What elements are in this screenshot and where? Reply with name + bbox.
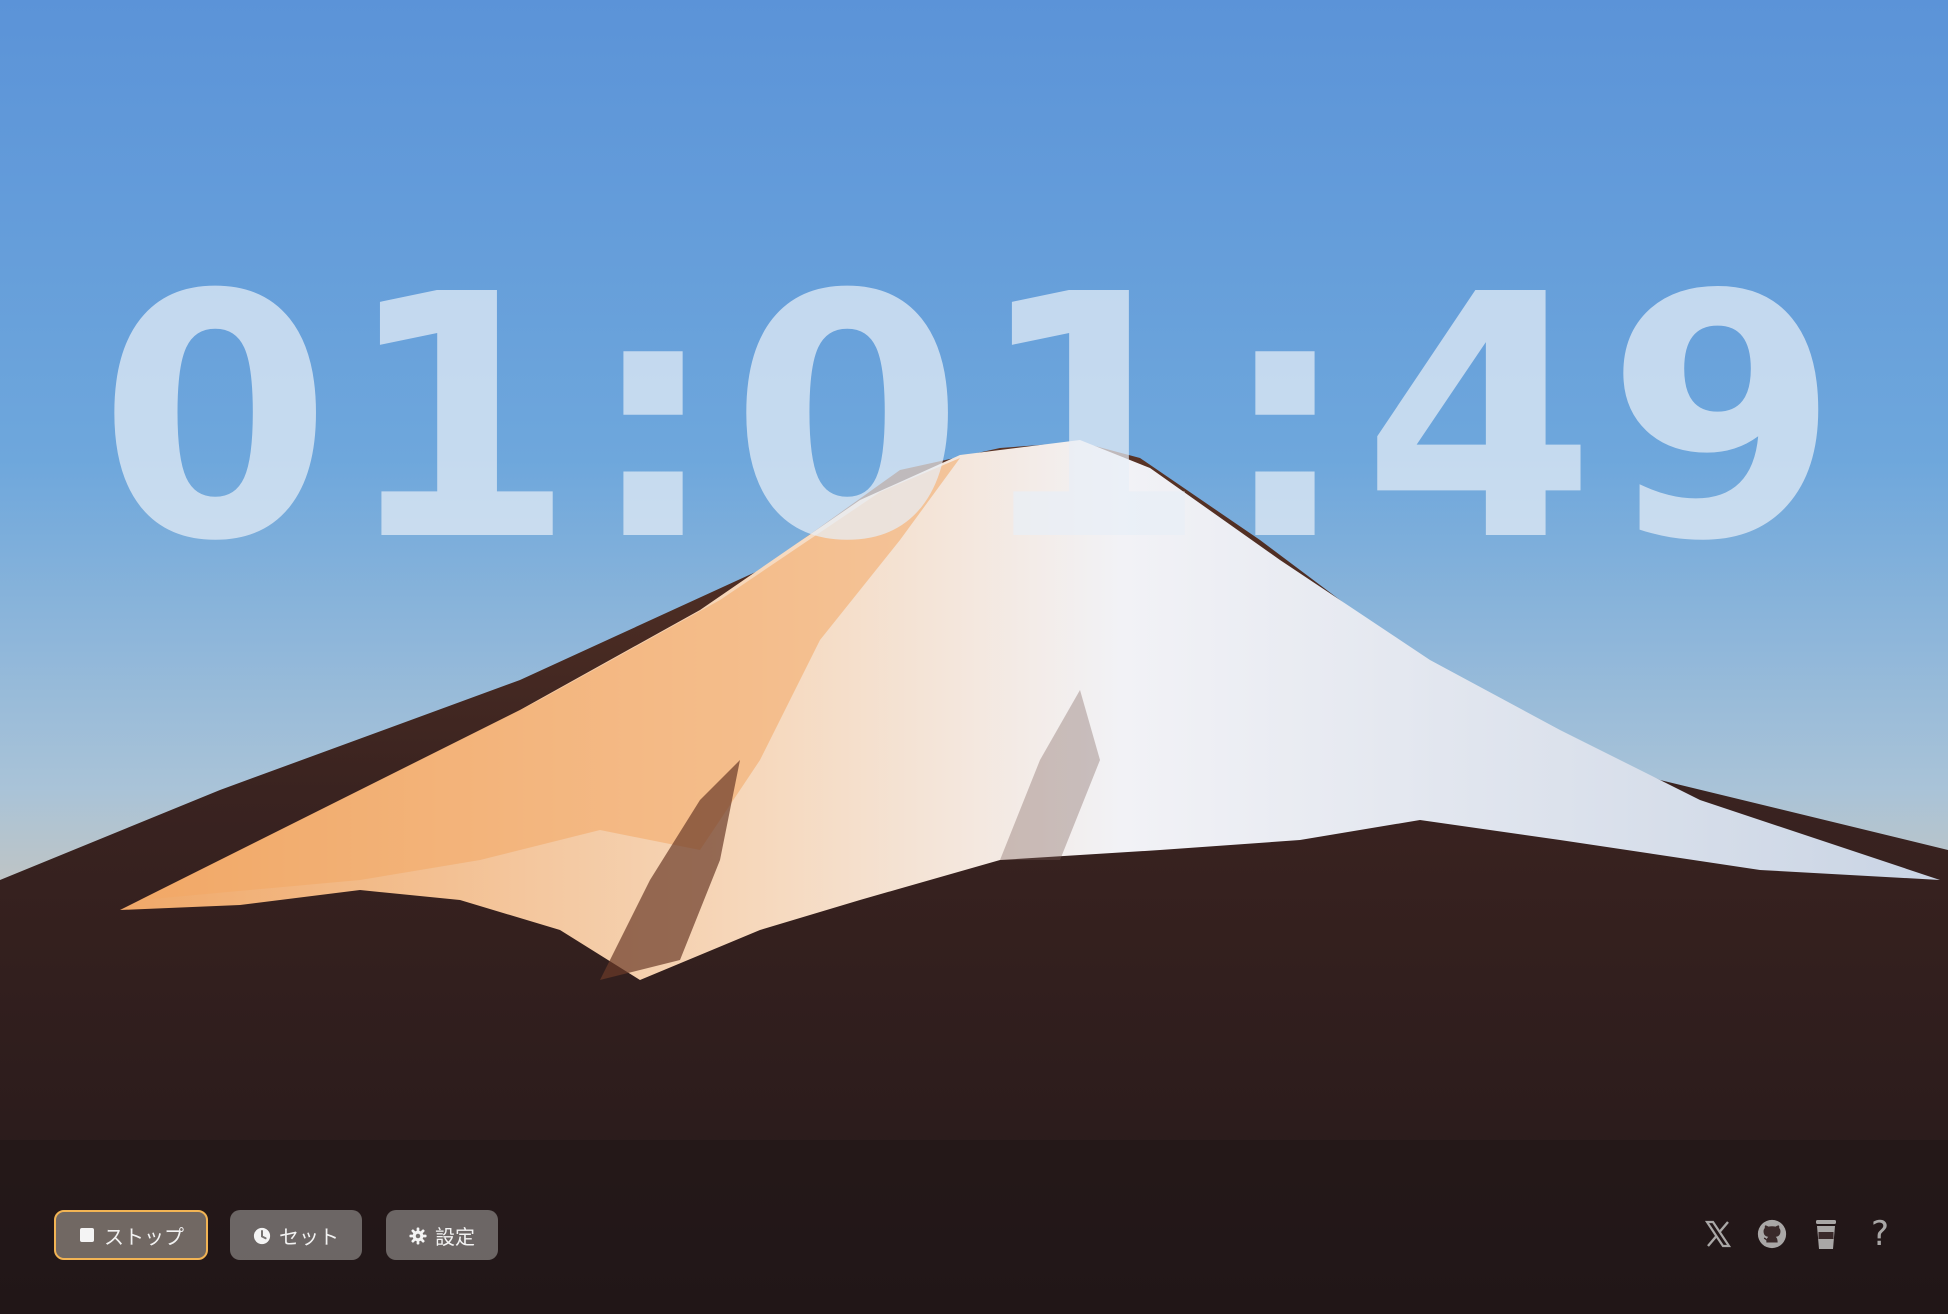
settings-button-label: 設定 — [435, 1224, 475, 1249]
social-links: ? — [1702, 1214, 1896, 1254]
clock-icon — [253, 1226, 271, 1245]
x-logo-icon — [1704, 1220, 1732, 1248]
stop-button-label: ストップ — [104, 1224, 184, 1249]
timer-display: 01:01:49 — [98, 224, 1850, 615]
github-link[interactable] — [1756, 1214, 1788, 1254]
stop-square-icon — [78, 1226, 96, 1244]
stop-button[interactable]: ストップ — [54, 1210, 208, 1260]
settings-button[interactable]: 設定 — [386, 1210, 498, 1260]
set-button[interactable]: セット — [230, 1210, 362, 1260]
set-button-label: セット — [279, 1224, 339, 1249]
github-icon — [1757, 1219, 1787, 1249]
help-link[interactable]: ? — [1864, 1214, 1896, 1254]
x-link[interactable] — [1702, 1214, 1734, 1254]
gear-icon — [409, 1226, 427, 1245]
timer-screen: 01:01:49 ストップ セット 設定 ? — [0, 0, 1948, 1314]
question-mark-icon: ? — [1870, 1214, 1890, 1254]
coffee-cup-icon — [1816, 1220, 1836, 1249]
coffee-link[interactable] — [1810, 1214, 1842, 1254]
background-mountain-image — [0, 0, 1948, 1314]
